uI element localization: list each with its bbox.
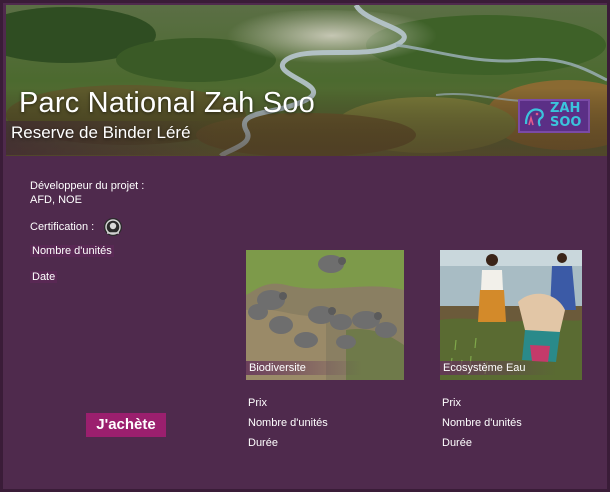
developer-value: AFD, NOE — [30, 194, 82, 206]
duration-label: Durée — [442, 437, 472, 449]
units-label: Nombre d'unités — [248, 417, 328, 429]
date-row: Date — [30, 270, 58, 284]
developer-label: Développeur du projet : — [30, 180, 145, 192]
page-subtitle: Reserve de Binder Léré — [11, 123, 191, 142]
developer-block: Développeur du projet : AFD, NOE — [30, 179, 144, 207]
units-label: Nombre d'unités — [30, 245, 114, 257]
card-stats: Prix Nombre d'unités Durée — [442, 393, 582, 453]
units-row: Nombre d'unités — [30, 244, 114, 258]
logo-wordmark: ZAH SOO — [550, 101, 582, 130]
zah-soo-logo: ZAH SOO — [518, 99, 590, 133]
buy-button[interactable]: J'achète — [86, 413, 166, 437]
project-card-water-ecosystem[interactable]: Ecosystème Eau Prix Nombre d'unités Duré… — [440, 250, 582, 453]
card-image[interactable]: Biodiversite — [246, 250, 404, 380]
page-title: Parc National Zah Soo — [19, 87, 315, 119]
price-label: Prix — [442, 397, 461, 409]
hero-banner: Parc National Zah Soo Reserve de Binder … — [6, 5, 607, 156]
card-image[interactable]: Ecosystème Eau — [440, 250, 582, 380]
card-stats: Prix Nombre d'unités Durée — [248, 393, 404, 453]
card-caption: Biodiversite — [246, 361, 362, 375]
project-card-biodiversity[interactable]: Biodiversite Prix Nombre d'unités Durée — [246, 250, 404, 453]
card-caption: Ecosystème Eau — [440, 361, 556, 375]
units-label: Nombre d'unités — [442, 417, 522, 429]
price-label: Prix — [248, 397, 267, 409]
page: Parc National Zah Soo Reserve de Binder … — [0, 0, 610, 492]
certification-row: Certification : — [30, 217, 123, 237]
certification-badge-icon — [104, 218, 123, 236]
date-label: Date — [30, 271, 58, 283]
duration-label: Durée — [248, 437, 278, 449]
certification-label: Certification : — [30, 220, 95, 233]
elephant-logo-icon — [523, 104, 547, 128]
